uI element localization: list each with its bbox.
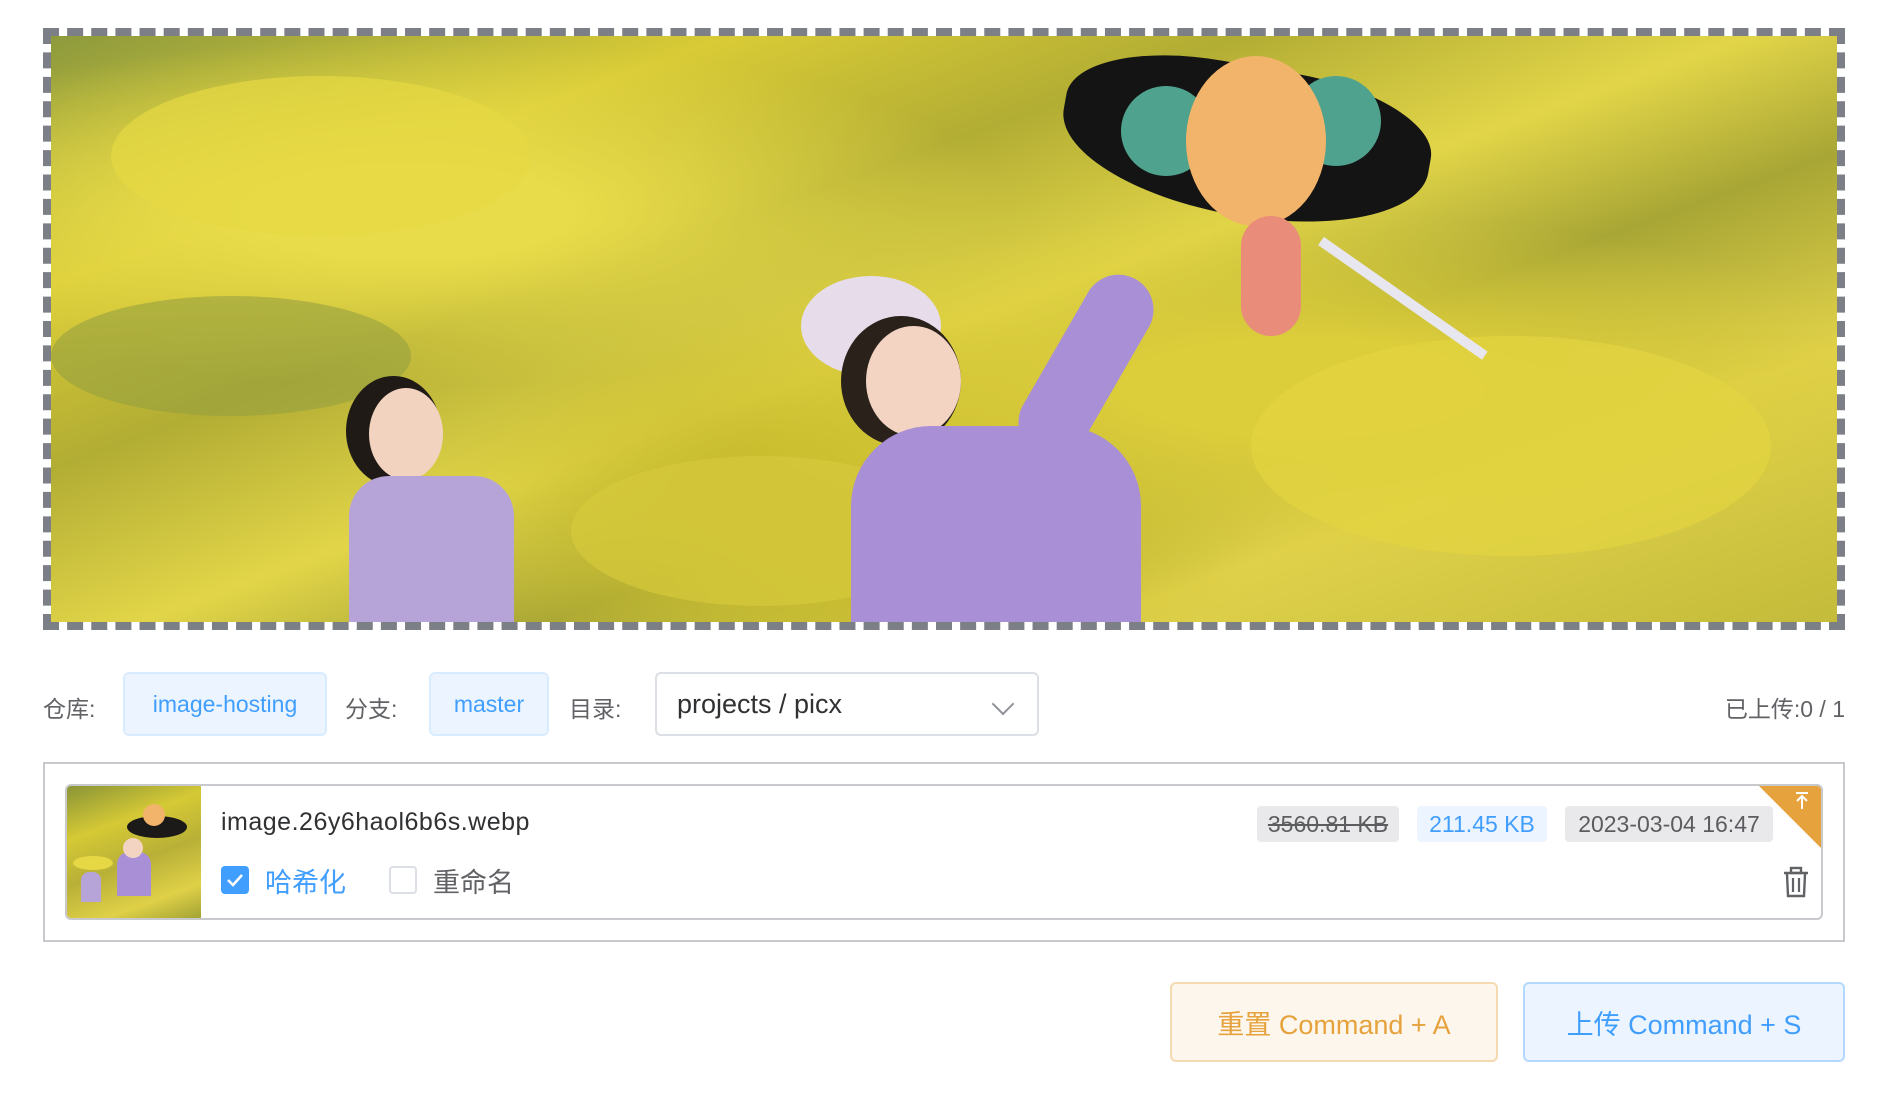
- timestamp-badge: 2023-03-04 16:47: [1565, 806, 1773, 842]
- branch-label: 分支:: [345, 696, 398, 722]
- uploaded-count: 已上传:0 / 1: [1725, 690, 1845, 724]
- hash-label: 哈希化: [265, 867, 346, 898]
- compressed-size-badge: 211.45 KB: [1417, 806, 1547, 842]
- dir-label: 目录:: [569, 696, 622, 722]
- uploaded-label: 已上传:: [1724, 696, 1801, 722]
- file-list: image.26y6haol6b6s.webp 3560.81 KB 211.4…: [43, 762, 1845, 942]
- chevron-down-icon: [991, 692, 1015, 716]
- upload-settings: 仓库: image-hosting 分支: master 目录: project…: [43, 672, 1845, 736]
- repo-label: 仓库:: [43, 696, 96, 722]
- hash-checkbox[interactable]: [221, 866, 249, 894]
- file-name: image.26y6haol6b6s.webp: [221, 808, 530, 836]
- dir-select[interactable]: projects / picx: [655, 672, 1039, 736]
- reset-button[interactable]: 重置 Command + A: [1170, 982, 1498, 1062]
- dir-select-value: projects / picx: [677, 688, 843, 719]
- file-card: image.26y6haol6b6s.webp 3560.81 KB 211.4…: [65, 784, 1823, 920]
- trash-icon[interactable]: [1781, 866, 1811, 898]
- rename-label: 重命名: [433, 867, 514, 898]
- upload-drop-area[interactable]: [43, 28, 1845, 630]
- uploaded-value: 0 / 1: [1800, 696, 1845, 722]
- upload-arrow-icon: [1796, 792, 1808, 809]
- upload-button[interactable]: 上传 Command + S: [1523, 982, 1845, 1062]
- original-size-badge: 3560.81 KB: [1257, 806, 1399, 842]
- hash-checkbox-row[interactable]: 哈希化: [221, 862, 346, 898]
- branch-tag[interactable]: master: [429, 672, 549, 736]
- rename-checkbox[interactable]: [389, 866, 417, 894]
- image-preview: [51, 36, 1837, 622]
- rename-checkbox-row[interactable]: 重命名: [389, 862, 514, 898]
- check-icon: [227, 874, 243, 887]
- file-thumbnail[interactable]: [67, 786, 201, 918]
- repo-tag[interactable]: image-hosting: [123, 672, 327, 736]
